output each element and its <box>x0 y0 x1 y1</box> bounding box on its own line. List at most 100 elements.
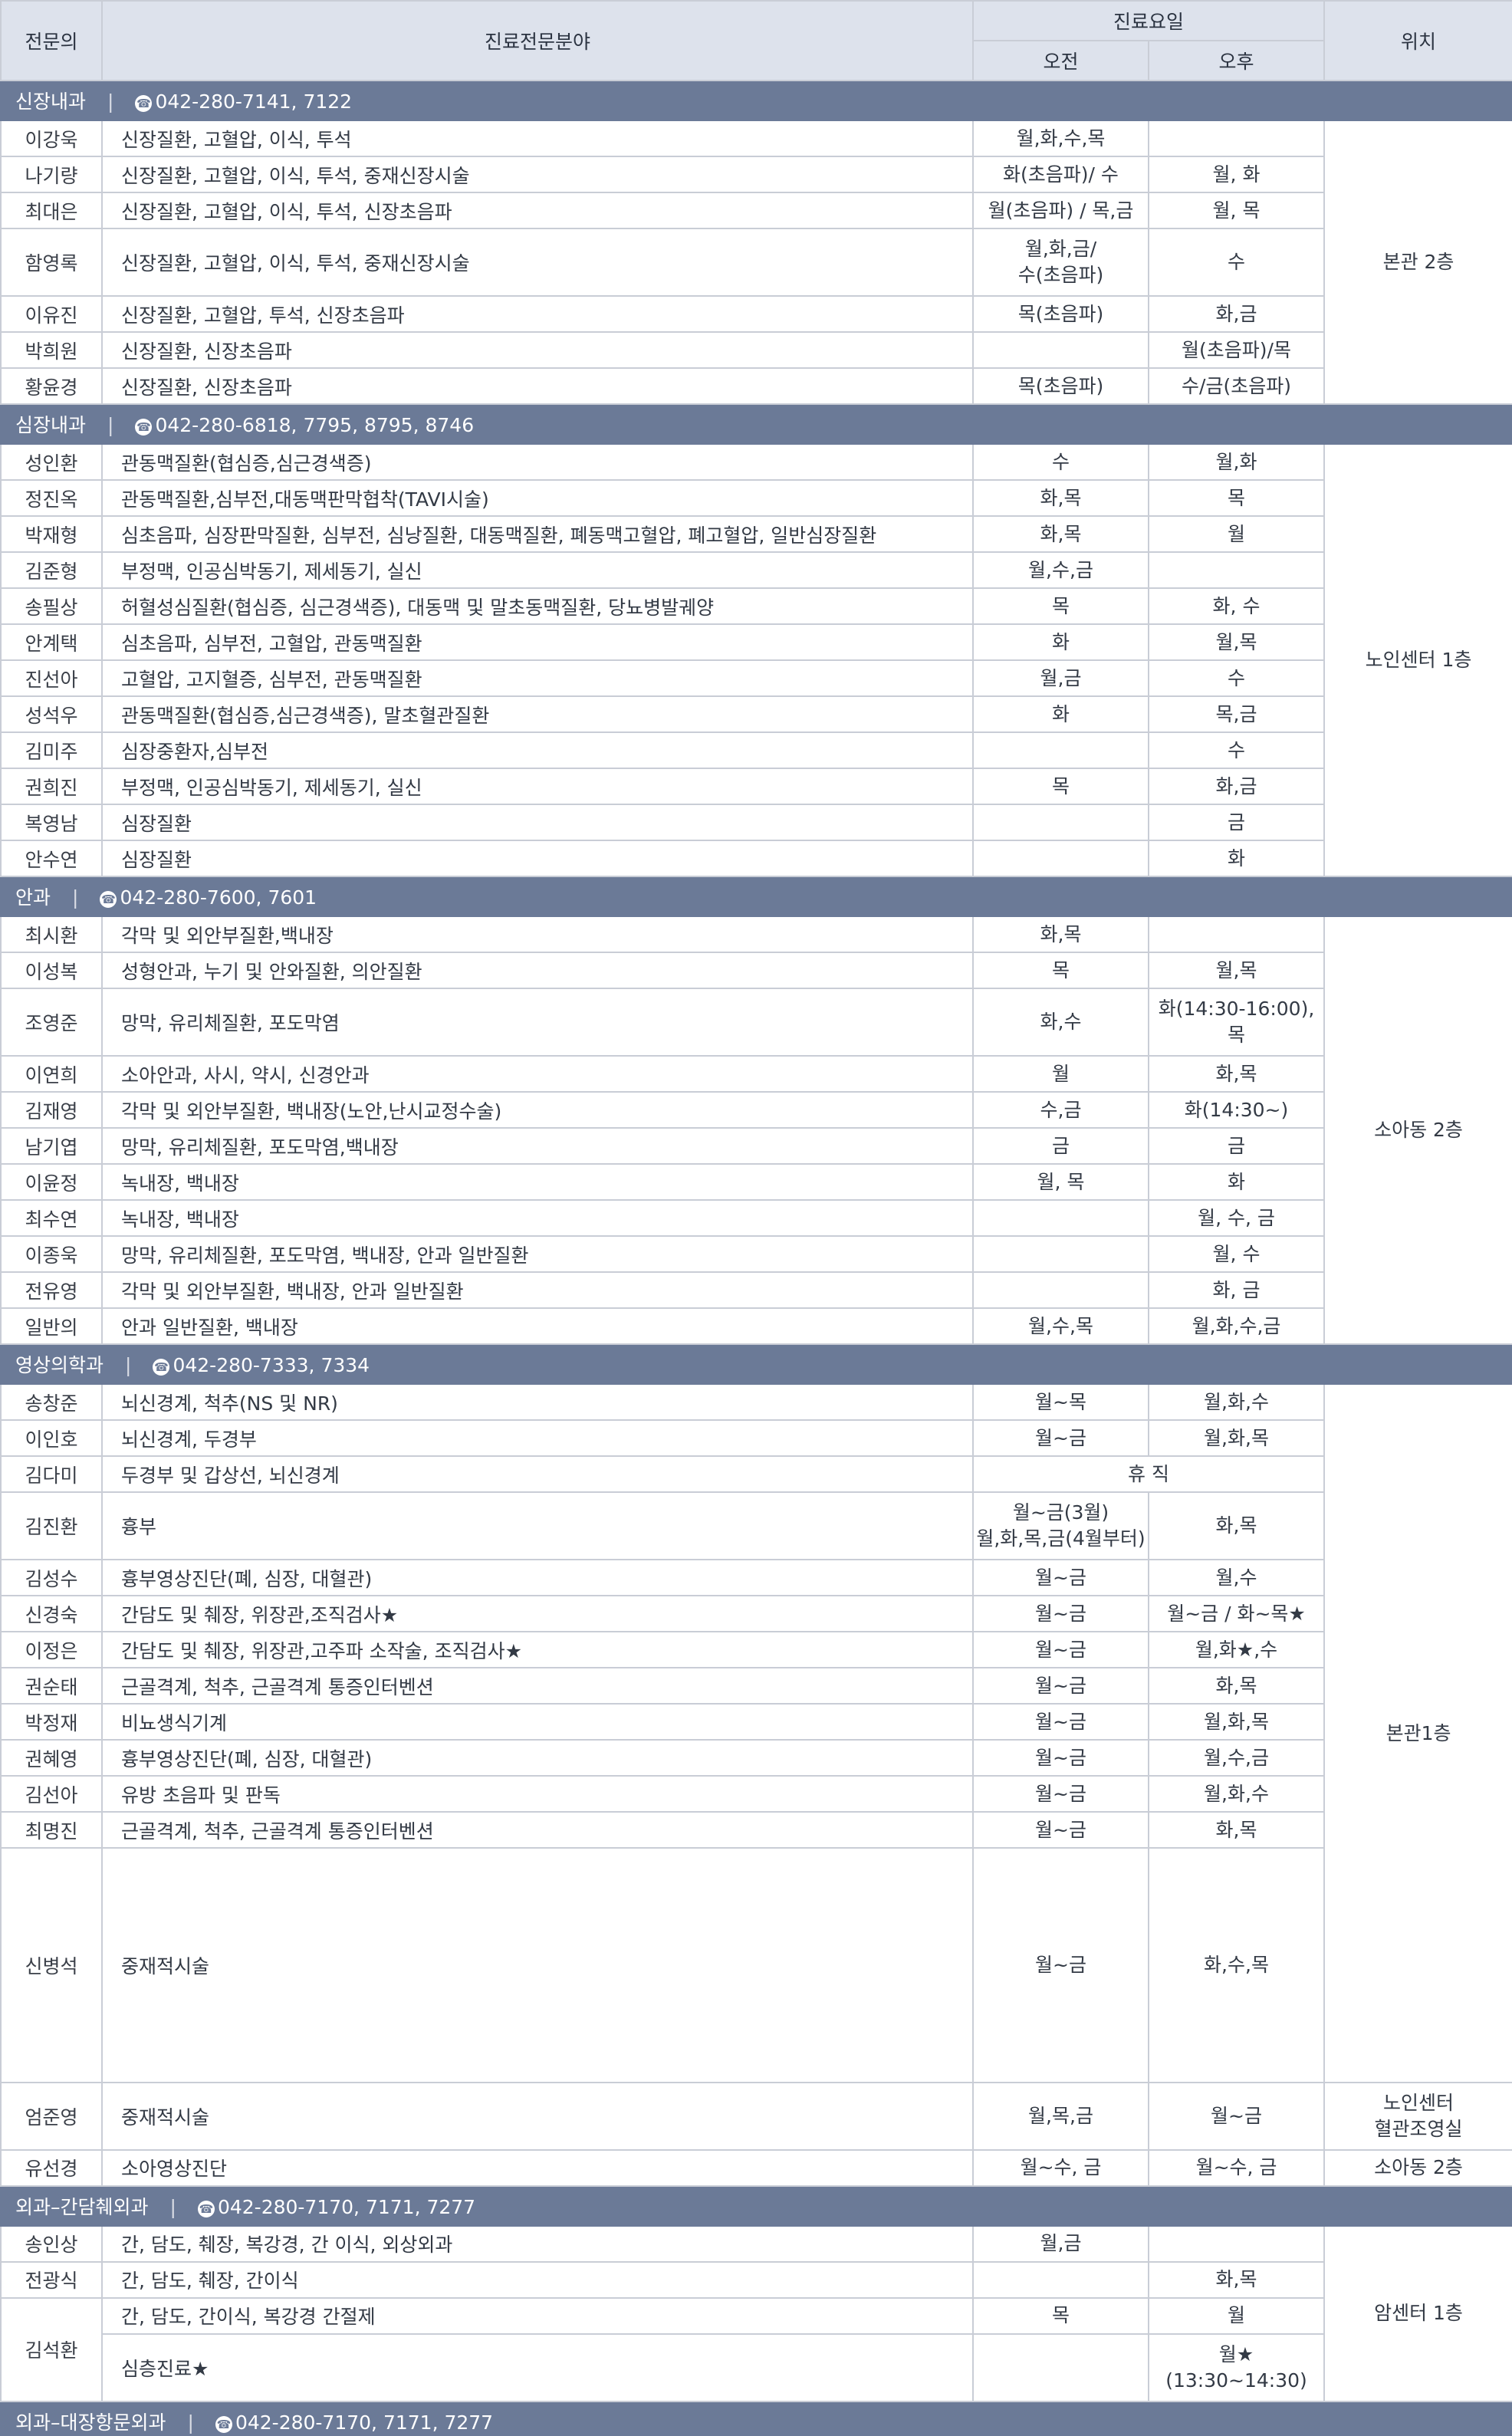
specialty: 부정맥, 인공심박동기, 제세동기, 실신 <box>101 768 974 805</box>
doctor-row: 이윤정 녹내장, 백내장 월, 목화 <box>0 1163 1512 1201</box>
doctor-row: 신경숙 간담도 및 췌장, 위장관,조직검사★ 월~금 월~금 / 화~목★ <box>0 1595 1512 1632</box>
doctor-row: 안계택 심초음파, 심부전, 고혈압, 관동맥질환 화 월,목 <box>0 623 1512 661</box>
am-schedule: 화,목 <box>972 515 1149 553</box>
specialty: 심장질환 <box>101 804 974 841</box>
doctor-name: 박재형 <box>0 515 103 553</box>
specialty: 두경부 및 갑상선, 뇌신경계 <box>101 1455 974 1493</box>
department-header: 외과–대장항문외과 | ☎ 042-280-7170, 7171, 7277 <box>0 2400 1512 2436</box>
am-schedule <box>972 731 1149 769</box>
doctor-row: 진선아 고혈압, 고지혈증, 심부전, 관동맥질환 월,금 수 <box>0 659 1512 697</box>
doctor-row: 안수연 심장질환 화 <box>0 840 1512 877</box>
doctor-name: 신병석 <box>0 1847 103 2083</box>
specialty: 심층진료★ <box>101 2332 974 2402</box>
pm-schedule: 화, 수 <box>1147 587 1326 625</box>
doctor-row: 황윤경 신장질환, 신장초음파 목(초음파) 수/금(초음파) <box>0 367 1512 405</box>
specialty: 심장중환자,심부전 <box>101 731 974 769</box>
department-header: 영상의학과 | ☎ 042-280-7333, 7334 <box>0 1343 1512 1385</box>
department-row: 영상의학과 | ☎ 042-280-7333, 7334 <box>0 1343 1512 1385</box>
doctor-name: 김미주 <box>0 731 103 769</box>
department-header: 외과–간담췌외과 | ☎ 042-280-7170, 7171, 7277 <box>0 2185 1512 2227</box>
department-header: 심장내과 | ☎ 042-280-6818, 7795, 8795, 8746 <box>0 403 1512 445</box>
specialty: 간, 담도, 간이식, 복강경 간절제 <box>101 2296 974 2335</box>
doctor-name: 최수연 <box>0 1199 103 1237</box>
doctor-row: 김석환 간, 담도, 간이식, 복강경 간절제 목 월 <box>0 2296 1512 2402</box>
specialty: 심초음파, 심부전, 고혈압, 관동맥질환 <box>101 623 974 661</box>
pm-schedule: 화 <box>1147 840 1326 877</box>
doctor-name: 함영록 <box>0 228 103 297</box>
doctor-name: 최대은 <box>0 192 103 229</box>
pm-schedule: 화(14:30-16:00), 목 <box>1147 988 1326 1057</box>
header-pm: 오후 <box>1147 40 1326 81</box>
pm-schedule: 월, 수, 금 <box>1147 1199 1326 1237</box>
doctor-name: 김진환 <box>0 1491 103 1560</box>
am-schedule: 월~금 <box>972 1419 1149 1457</box>
am-schedule: 월,금 <box>972 659 1149 697</box>
separator: | <box>107 90 114 113</box>
department-name: 영상의학과 <box>15 1354 104 1376</box>
doctor-name: 유선경 <box>0 2148 103 2187</box>
phone-icon: ☎ <box>197 2200 215 2217</box>
location: 노인센터 혈관조영실 <box>1323 2081 1512 2151</box>
doctor-row: 김재영 각막 및 외안부질환, 백내장(노안,난시교정수술) 수,금 화(14:30~… <box>0 1091 1512 1129</box>
am-schedule <box>972 1235 1149 1273</box>
specialty: 신장질환, 고혈압, 이식, 투석, 중재신장시술 <box>101 156 974 193</box>
pm-schedule <box>1147 120 1326 157</box>
doctor-row: 함영록 신장질환, 고혈압, 이식, 투석, 중재신장시술 월,화,금/수(초음파)… <box>0 228 1512 297</box>
doctor-name: 박희원 <box>0 331 103 369</box>
doctor-name: 박정재 <box>0 1703 103 1741</box>
pm-schedule <box>1147 916 1326 953</box>
specialty: 각막 및 외안부질환, 백내장(노안,난시교정수술) <box>101 1091 974 1129</box>
am-schedule <box>972 1271 1149 1309</box>
doctor-row: 김선아 유방 초음파 및 판독 월~금 월,화,수 <box>0 1775 1512 1813</box>
am-schedule: 월,화,수,목 <box>972 120 1149 157</box>
specialty: 망막, 유리체질환, 포도막염 <box>101 988 974 1057</box>
am-schedule: 목 <box>972 2296 1149 2335</box>
leave-status: 휴 직 <box>971 1455 1326 1493</box>
doctor-row: 최수연 녹내장, 백내장 월, 수, 금 <box>0 1199 1512 1237</box>
specialty: 녹내장, 백내장 <box>101 1199 974 1237</box>
phone-icon: ☎ <box>135 95 153 112</box>
specialty: 간담도 및 췌장, 위장관,조직검사★ <box>101 1595 974 1632</box>
doctor-name: 이종욱 <box>0 1235 103 1273</box>
am-schedule: 월~금 <box>972 1667 1149 1705</box>
specialty: 소아영상진단 <box>101 2148 974 2187</box>
specialty: 신장질환, 고혈압, 이식, 투석, 신장초음파 <box>101 192 974 229</box>
pm-schedule: 월,목 <box>1147 952 1326 989</box>
pm-schedule: 수 <box>1147 731 1326 769</box>
doctor-name: 김석환 <box>0 2296 103 2402</box>
specialty: 유방 초음파 및 판독 <box>101 1775 974 1813</box>
am-schedule: 월~금 <box>972 1847 1149 2083</box>
doctor-name: 이강욱 <box>0 120 103 157</box>
doctor-row: 김준형 부정맥, 인공심박동기, 제세동기, 실신 월,수,금 <box>0 551 1512 589</box>
location: 소아동 2층 <box>1323 916 1512 1345</box>
department-header: 안과 | ☎ 042-280-7600, 7601 <box>0 876 1512 917</box>
am-schedule: 화 <box>972 623 1149 661</box>
pm-schedule: 월,화★,수 <box>1147 1631 1326 1668</box>
doctor-name: 남기엽 <box>0 1127 103 1165</box>
doctor-row: 이연희 소아안과, 사시, 약시, 신경안과 월 화,목 <box>0 1055 1512 1093</box>
pm-schedule: 월,수,금 <box>1147 1739 1326 1777</box>
specialty: 관동맥질환,심부전,대동맥판막협착(TAVI시술) <box>101 479 974 517</box>
specialty: 신장질환, 신장초음파 <box>101 331 974 369</box>
am-schedule: 화,목 <box>972 916 1149 953</box>
doctor-name: 성석우 <box>0 695 103 733</box>
specialty: 심장질환 <box>101 840 974 877</box>
am-schedule: 월,화,금/수(초음파) <box>972 228 1149 297</box>
pm-schedule: 화,목 <box>1147 1055 1326 1093</box>
doctor-name: 권희진 <box>0 768 103 805</box>
pm-schedule: 화,수,목 <box>1147 1847 1326 2083</box>
specialty: 간, 담도, 췌장, 간이식 <box>101 2260 974 2299</box>
specialty: 성형안과, 누기 및 안와질환, 의안질환 <box>101 952 974 989</box>
schedule-table: 전문의 진료전문분야 진료요일 위치 오전 오후 신장내과 | ☎ 042-280-7… <box>0 0 1512 2436</box>
department-row: 외과–간담췌외과 | ☎ 042-280-7170, 7171, 7277 <box>0 2185 1512 2227</box>
am-schedule: 월,수,목 <box>972 1307 1149 1345</box>
doctor-row: 이유진 신장질환, 고혈압, 투석, 신장초음파 목(초음파) 화,금 <box>0 295 1512 333</box>
department-name: 외과–간담췌외과 <box>15 2195 149 2218</box>
doctor-row: 최시환 각막 및 외안부질환,백내장 화,목 소아동 2층 <box>0 916 1512 1345</box>
am-schedule: 화,목 <box>972 479 1149 517</box>
pm-schedule: 월★ (13:30~14:30) <box>1147 2332 1326 2402</box>
pm-schedule: 화(14:30~) <box>1147 1091 1326 1129</box>
doctor-row: 신병석중재적시술월~금화,수,목노인센터혈관조영실 <box>0 1847 1512 2083</box>
location: 본관1층 <box>1323 1383 1512 2083</box>
specialty: 간담도 및 췌장, 위장관,고주파 소작술, 조직검사★ <box>101 1631 974 1668</box>
